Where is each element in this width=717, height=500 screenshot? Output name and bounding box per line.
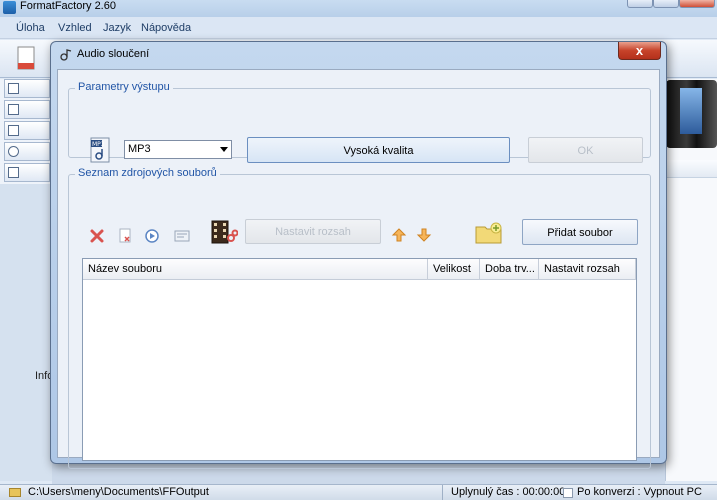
- column-duration[interactable]: Doba trv...: [480, 259, 539, 280]
- app-title: FormatFactory 2.60: [20, 0, 116, 12]
- phone-screen: [680, 88, 702, 134]
- cut-film-icon[interactable]: [210, 219, 238, 245]
- menu-vzhled[interactable]: Vzhled: [58, 22, 92, 34]
- add-folder-icon[interactable]: [475, 221, 503, 245]
- audio-merge-dialog: Audio sloučení x Parametry výstupu MP3 M…: [50, 41, 667, 469]
- menu-uloha[interactable]: Úloha: [16, 22, 45, 34]
- after-conversion-checkbox[interactable]: [563, 488, 573, 498]
- output-folder-icon[interactable]: [16, 45, 38, 73]
- format-select[interactable]: MP3: [124, 140, 232, 159]
- clear-list-icon[interactable]: [117, 228, 133, 244]
- mp3-file-icon: MP3: [90, 137, 110, 163]
- set-range-button[interactable]: Nastavit rozsah: [245, 219, 381, 244]
- column-set-range[interactable]: Nastavit rozsah: [539, 259, 636, 280]
- category-picture[interactable]: [4, 121, 50, 140]
- ok-button[interactable]: OK: [528, 137, 643, 163]
- device-phones-image: [666, 80, 717, 148]
- app-close-button[interactable]: [679, 0, 715, 8]
- source-files-label: Seznam zdrojových souborů: [75, 167, 220, 179]
- category-video[interactable]: [4, 79, 50, 98]
- maximize-button[interactable]: [653, 0, 679, 8]
- after-conversion-label: Po konverzi : Vypnout PC: [577, 486, 702, 498]
- output-path: C:\Users\meny\Documents\FFOutput: [28, 486, 209, 498]
- left-info-area: [0, 184, 52, 481]
- file-info-icon[interactable]: [174, 228, 190, 244]
- file-list-header: Název souboru Velikost Doba trv... Nasta…: [83, 259, 636, 280]
- dialog-title: Audio sloučení: [77, 48, 150, 60]
- category-audio[interactable]: [4, 100, 50, 119]
- disc-icon: [8, 146, 19, 157]
- app-titlebar: FormatFactory 2.60: [0, 0, 717, 17]
- audio-merge-icon: [60, 49, 72, 61]
- menu-jazyk[interactable]: Jazyk: [103, 22, 131, 34]
- category-utilities[interactable]: [4, 163, 50, 182]
- move-down-arrow-icon[interactable]: [416, 227, 432, 243]
- task-list-header: [666, 160, 717, 178]
- chevron-down-icon: [220, 147, 228, 152]
- format-factory-app-icon: [3, 1, 16, 14]
- utilities-icon: [8, 167, 19, 178]
- folder-icon[interactable]: [9, 488, 21, 497]
- audio-icon: [8, 104, 19, 115]
- mp3-icon-label: MP3: [92, 141, 105, 148]
- play-icon[interactable]: [144, 228, 160, 244]
- column-filename[interactable]: Název souboru: [83, 259, 428, 280]
- category-rom-device[interactable]: [4, 142, 50, 161]
- source-file-list[interactable]: Název souboru Velikost Doba trv... Nasta…: [82, 258, 637, 461]
- column-size[interactable]: Velikost: [428, 259, 480, 280]
- menu-napoveda[interactable]: Nápověda: [141, 22, 191, 34]
- remove-icon[interactable]: [89, 228, 105, 244]
- output-parameters-label: Parametry výstupu: [75, 81, 173, 93]
- format-select-value: MP3: [128, 143, 151, 155]
- picture-icon: [8, 125, 19, 136]
- menubar: Úloha Vzhled Jazyk Nápověda: [0, 17, 717, 39]
- dialog-close-button[interactable]: x: [618, 42, 661, 60]
- move-up-arrow-icon[interactable]: [391, 227, 407, 243]
- add-file-button[interactable]: Přidat soubor: [522, 219, 638, 245]
- statusbar: C:\Users\meny\Documents\FFOutput Uplynul…: [0, 484, 717, 500]
- video-icon: [8, 83, 19, 94]
- minimize-button[interactable]: [627, 0, 653, 8]
- elapsed-time: Uplynulý čas : 00:00:00: [442, 485, 565, 500]
- dialog-body: Parametry výstupu MP3 MP3 Vysoká kvalita…: [57, 69, 660, 469]
- quality-button[interactable]: Vysoká kvalita: [247, 137, 510, 163]
